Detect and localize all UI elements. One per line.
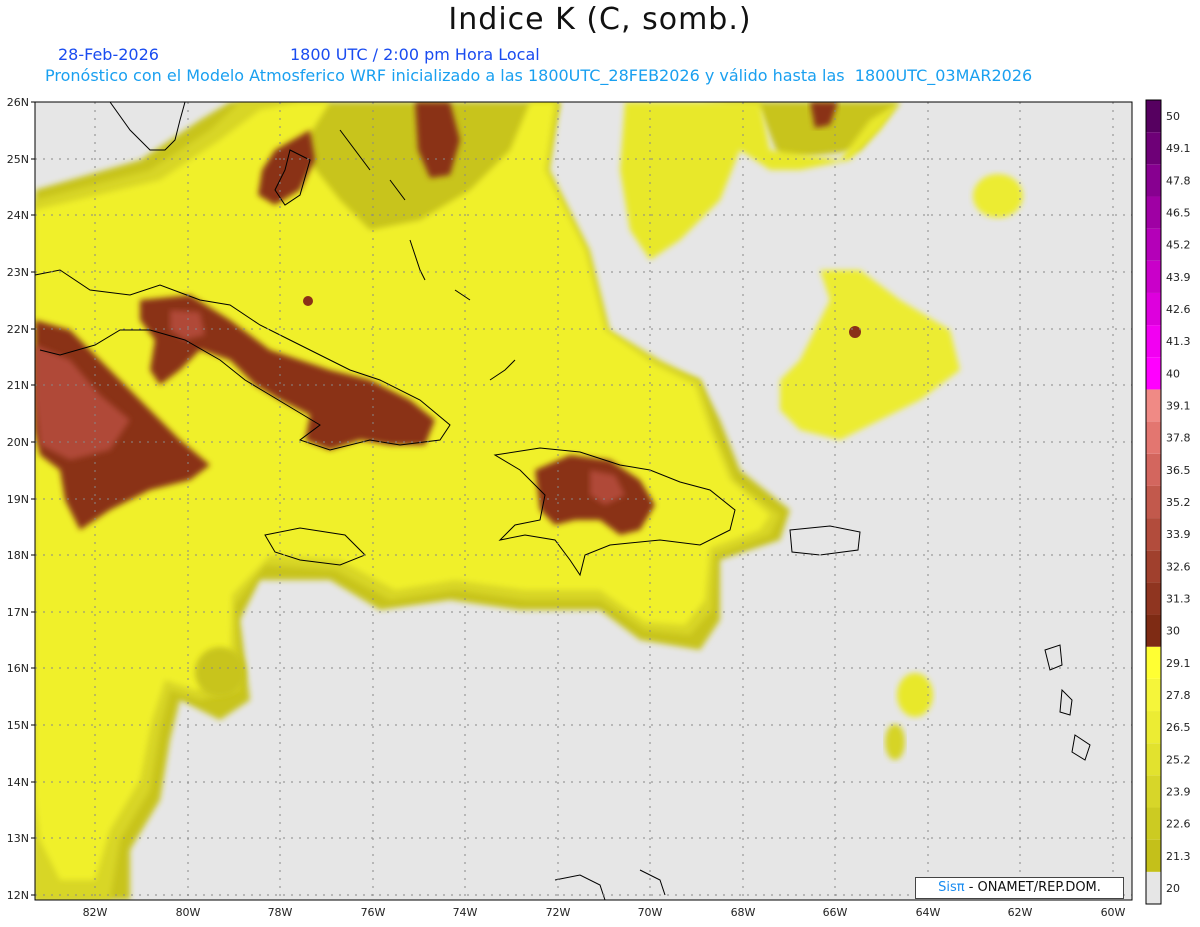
lon-label: 72W [546, 906, 571, 919]
legend-swatch [1146, 132, 1161, 165]
legend-label: 37.8 [1166, 432, 1191, 445]
legend-swatch [1146, 485, 1161, 519]
lat-label: 22N [7, 323, 29, 336]
lon-label: 80W [176, 906, 201, 919]
legend-label: 45.2 [1166, 239, 1191, 252]
lat-label: 21N [7, 379, 29, 392]
legend-swatch [1146, 711, 1161, 744]
lon-label: 60W [1101, 906, 1126, 919]
lon-label: 74W [453, 906, 478, 919]
legend-swatch [1146, 100, 1161, 133]
longitude-labels: 82W 80W 78W 76W 74W 72W 70W 68W 66W 64W 62W 60W [83, 906, 1126, 919]
legend-label: 41.3 [1166, 335, 1191, 348]
legend-swatch [1146, 743, 1161, 776]
legend-label: 21.3 [1166, 850, 1191, 863]
legend-label: 32.6 [1166, 560, 1191, 573]
legend-label: 22.6 [1166, 818, 1191, 831]
legend-label: 23.9 [1166, 785, 1191, 798]
legend-label: 36.5 [1166, 464, 1191, 477]
legend-swatch [1146, 550, 1161, 583]
legend-swatch [1146, 389, 1161, 422]
legend-label: 39.1 [1166, 400, 1191, 413]
lat-label: 13N [7, 832, 29, 845]
legend-label: 30 [1166, 625, 1180, 638]
date-label: 28-Feb-2026 [58, 45, 159, 64]
credit-box: Sisπ - ONAMET/REP.DOM. [915, 877, 1124, 899]
legend-swatch [1146, 292, 1161, 326]
legend-swatch [1146, 614, 1161, 647]
legend-swatch [1146, 646, 1161, 679]
legend-label: 50 [1166, 110, 1180, 123]
lat-label: 26N [7, 96, 29, 109]
color-legend: 20 21.3 22.6 23.9 25.2 26.5 27.8 29.1 30 31.3 32.6… [1145, 99, 1191, 905]
legend-swatch [1146, 582, 1161, 615]
legend-swatch [1146, 839, 1161, 872]
legend-swatch [1146, 325, 1161, 358]
legend-label: 25.2 [1166, 753, 1191, 766]
lat-label: 18N [7, 549, 29, 562]
lat-label: 17N [7, 606, 29, 619]
lon-label: 70W [638, 906, 663, 919]
page-title: Indice K (C, somb.) [448, 2, 752, 37]
legend-swatch [1146, 807, 1161, 840]
legend-label: 49.1 [1166, 142, 1191, 155]
time-label: 1800 UTC / 2:00 pm Hora Local [290, 45, 540, 64]
legend-label: 40 [1166, 367, 1180, 380]
legend-swatch [1146, 228, 1161, 261]
lon-label: 64W [916, 906, 941, 919]
legend-swatch [1146, 260, 1161, 293]
lat-label: 23N [7, 266, 29, 279]
legend-label: 20 [1166, 882, 1180, 895]
legend-swatch [1146, 871, 1161, 904]
lat-label: 20N [7, 436, 29, 449]
legend-swatch [1146, 453, 1161, 486]
legend-label: 27.8 [1166, 689, 1191, 702]
legend-swatch [1146, 421, 1161, 454]
legend-swatch [1146, 775, 1161, 808]
legend-label: 46.5 [1166, 207, 1191, 220]
legend-label: 33.9 [1166, 528, 1191, 541]
lon-label: 66W [823, 906, 848, 919]
latitude-labels: 12N 13N 14N 15N 16N 17N 18N 19N 20N 21N 22N 23N 24N 2… [7, 96, 29, 902]
credit-brand: Sisπ [938, 880, 965, 895]
lat-label: 24N [7, 209, 29, 222]
lat-label: 19N [7, 493, 29, 506]
legend-label: 35.2 [1166, 496, 1191, 509]
legend-label: 43.9 [1166, 271, 1191, 284]
legend-label: 26.5 [1166, 721, 1191, 734]
credit-text: - ONAMET/REP.DOM. [964, 880, 1101, 895]
lat-label: 14N [7, 776, 29, 789]
legend-label: 47.8 [1166, 174, 1191, 187]
lon-label: 76W [361, 906, 386, 919]
lon-label: 68W [731, 906, 756, 919]
lon-label: 82W [83, 906, 108, 919]
legend-label: 42.6 [1166, 303, 1191, 316]
lat-label: 16N [7, 662, 29, 675]
weather-map: 12N 13N 14N 15N 16N 17N 18N 19N 20N 21N 22N 23N 24N 2… [7, 96, 1191, 919]
lat-label: 15N [7, 719, 29, 732]
lon-label: 62W [1008, 906, 1033, 919]
lat-label: 25N [7, 153, 29, 166]
legend-label: 31.3 [1166, 592, 1191, 605]
lat-label: 12N [7, 889, 29, 902]
legend-label: 29.1 [1166, 657, 1191, 670]
forecast-description: Pronóstico con el Modelo Atmosferico WRF… [45, 66, 1033, 85]
legend-swatch [1146, 196, 1161, 229]
legend-swatch [1146, 357, 1161, 390]
lon-label: 78W [268, 906, 293, 919]
legend-swatch [1146, 518, 1161, 551]
legend-swatch [1146, 164, 1161, 197]
legend-swatch [1146, 678, 1161, 712]
